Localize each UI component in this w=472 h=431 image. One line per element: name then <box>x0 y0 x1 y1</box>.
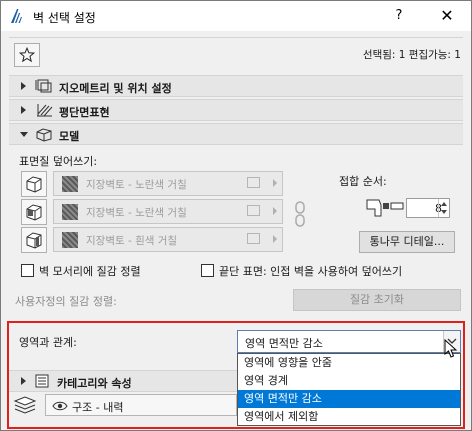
material-swatch <box>62 176 78 192</box>
panel-geometry-header[interactable]: 지오메트리 및 위치 설정 <box>9 75 463 97</box>
material-picker-icon[interactable] <box>247 233 260 244</box>
panel-floorplan-header[interactable]: 평단면표현 <box>9 99 463 121</box>
surface-material-name: 지장벽토 - 노란색 거칠 <box>86 207 187 219</box>
floorplan-section-icon <box>37 104 53 117</box>
close-button[interactable]: ✕ <box>437 6 457 25</box>
favorites-button[interactable] <box>14 43 40 67</box>
custom-texture-label: 사용자정의 질감 정렬: <box>15 295 117 308</box>
dropdown-option[interactable]: 영역 경계 <box>238 372 460 390</box>
dropdown-option[interactable]: 영역에서 제외함 <box>238 408 460 426</box>
material-picker-icon[interactable] <box>247 177 260 188</box>
eye-icon <box>52 401 68 411</box>
title-bar[interactable]: 벽 선택 설정 ? ✕ <box>1 1 471 31</box>
mouse-cursor-icon <box>444 339 458 358</box>
surface-material-name: 지장벽토 - 노란색 거칠 <box>86 179 187 191</box>
surface-edge-button[interactable] <box>21 227 47 253</box>
join-order-spinner[interactable] <box>438 199 449 217</box>
expand-arrow-icon <box>21 82 26 90</box>
texture-align-checkbox[interactable] <box>21 264 34 277</box>
dropdown-option-selected[interactable]: 영역 면적만 감소 <box>238 390 460 408</box>
zone-relation-label: 영역과 관계: <box>19 336 77 349</box>
layer-selector[interactable]: 구조 - 내력 <box>45 394 237 416</box>
category-properties-icon <box>35 374 49 388</box>
material-swatch <box>62 204 78 220</box>
join-order-label: 접합 순서: <box>339 175 387 188</box>
chain-link-icon[interactable] <box>294 201 306 227</box>
log-details-button[interactable]: 통나무 디테일... <box>359 231 455 253</box>
collapse-arrow-icon <box>20 132 28 137</box>
zone-relation-options: 영역에 영향을 안줌 영역 경계 영역 면적만 감소 영역에서 제외함 <box>237 353 461 426</box>
surface-material-field-1[interactable]: 지장벽토 - 노란색 거칠 <box>53 171 283 196</box>
layer-name: 구조 - 내력 <box>72 401 124 414</box>
selection-count: 선택됨: 1 편집가능: 1 <box>362 49 461 61</box>
expand-arrow-icon <box>21 377 26 385</box>
join-order-input[interactable]: 8 <box>406 198 450 218</box>
panel-category-label: 카테고리와 속성 <box>57 377 132 390</box>
reset-texture-button[interactable]: 질감 초기화 <box>293 289 461 311</box>
surface-side-1-button[interactable] <box>21 171 47 197</box>
chevron-right-icon <box>273 179 277 187</box>
dropdown-option[interactable]: 영역에 영향을 안줌 <box>238 354 460 372</box>
surface-material-name: 지장벽토 - 흰색 거칠 <box>86 235 178 247</box>
chevron-right-icon <box>273 235 277 243</box>
divider <box>9 37 463 38</box>
chevron-right-icon <box>273 207 277 215</box>
zone-relation-selected: 영역 면적만 감소 <box>245 337 323 350</box>
panel-model-label: 모델 <box>59 130 80 143</box>
help-button[interactable]: ? <box>391 8 407 23</box>
end-surface-checkbox[interactable] <box>201 264 214 277</box>
panel-model-header[interactable]: 모델 <box>9 123 463 145</box>
material-picker-icon[interactable] <box>247 205 260 216</box>
panel-floorplan-label: 평단면표현 <box>59 106 110 119</box>
zone-relation-dropdown[interactable]: 영역 면적만 감소 <box>237 330 461 353</box>
texture-align-label: 벽 모서리에 질감 정렬 <box>39 265 141 278</box>
surface-material-field-3[interactable]: 지장벽토 - 흰색 거칠 <box>53 227 283 252</box>
spin-down-icon[interactable] <box>441 210 447 214</box>
wall-face-edge-icon <box>26 232 42 249</box>
wall-face-front-icon <box>26 176 42 193</box>
archicad-logo-icon <box>11 9 22 23</box>
geometry-position-icon <box>35 79 52 93</box>
wall-selection-settings-dialog: 벽 선택 설정 ? ✕ 선택됨: 1 편집가능: 1 지오메트리 및 위치 설정… <box>0 0 472 431</box>
panel-geometry-label: 지오메트리 및 위치 설정 <box>59 82 172 95</box>
layers-icon <box>13 396 37 414</box>
star-icon <box>19 47 35 63</box>
end-surface-label: 끝단 표면: 인접 벽을 사용하여 덮어쓰기 <box>219 265 403 278</box>
panel-category-header[interactable]: 카테고리와 속성 <box>9 370 237 392</box>
surface-material-field-2[interactable]: 지장벽토 - 노란색 거칠 <box>53 199 283 224</box>
surface-side-2-button[interactable] <box>21 199 47 225</box>
wall-face-back-icon <box>26 204 42 221</box>
window-title: 벽 선택 설정 <box>33 11 96 25</box>
spin-up-icon[interactable] <box>441 202 447 206</box>
surface-override-label: 표면질 덮어쓰기: <box>19 155 98 168</box>
expand-arrow-icon <box>21 106 26 114</box>
model-3d-icon <box>36 128 52 142</box>
join-order-icon <box>366 199 404 217</box>
material-swatch <box>62 232 78 248</box>
